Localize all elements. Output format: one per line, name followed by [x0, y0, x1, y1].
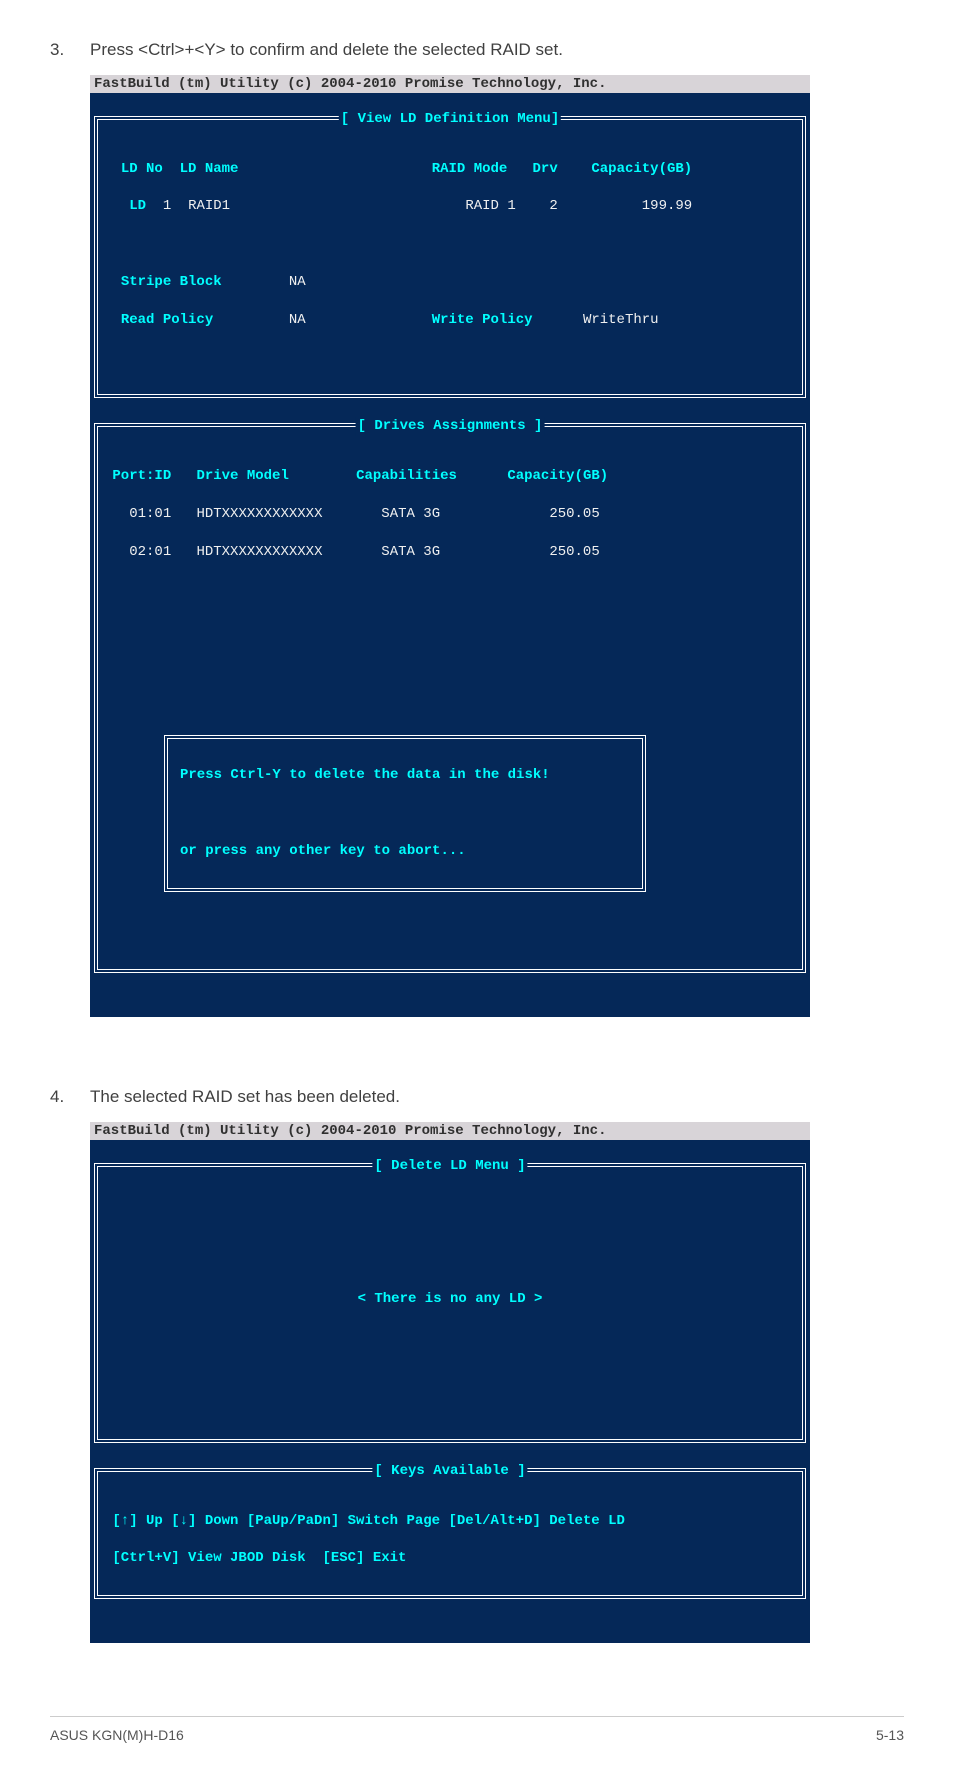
r-mode: RAID 1: [465, 198, 515, 214]
r-ld: LD: [129, 198, 146, 214]
terminal-1: [ View LD Definition Menu] LD No LD Name…: [90, 93, 810, 1017]
drives-assignments-box: [ Drives Assignments ] Port:ID Drive Mod…: [94, 423, 806, 973]
empty-ld-message: < There is no any LD >: [358, 1290, 543, 1309]
step-3: 3. Press <Ctrl>+<Y> to confirm and delet…: [50, 40, 904, 60]
keys-line2: [Ctrl+V] View JBOD Disk [ESC] Exit: [112, 1550, 406, 1566]
hdr-ldno: LD No: [121, 161, 163, 177]
l-read: Read Policy: [121, 312, 213, 328]
r-cap: 199.99: [642, 198, 692, 214]
hdr-ldname: LD Name: [180, 161, 239, 177]
step-3-number: 3.: [50, 40, 90, 60]
box2-title: [ Drives Assignments ]: [356, 417, 545, 436]
terminal-1-header: FastBuild (tm) Utility (c) 2004-2010 Pro…: [90, 75, 810, 93]
row2-model: HDTXXXXXXXXXXXX: [196, 544, 322, 560]
v-read: NA: [289, 312, 306, 328]
step-4-number: 4.: [50, 1087, 90, 1107]
v-stripe: NA: [289, 274, 306, 290]
r-drv: 2: [549, 198, 557, 214]
terminal-1-wrap: FastBuild (tm) Utility (c) 2004-2010 Pro…: [90, 75, 904, 1017]
hdr-cap: Capacity(GB): [591, 161, 692, 177]
row1-model: HDTXXXXXXXXXXXX: [196, 506, 322, 522]
footer-left: ASUS KGN(M)H-D16: [50, 1727, 184, 1743]
box1-title: [ View LD Definition Menu]: [339, 110, 561, 129]
page-footer: ASUS KGN(M)H-D16 5-13: [50, 1716, 904, 1743]
terminal-2-header: FastBuild (tm) Utility (c) 2004-2010 Pro…: [90, 1122, 810, 1140]
delete-ld-menu-box: [ Delete LD Menu ] < There is no any LD …: [94, 1163, 806, 1443]
row2-cap: 250.05: [549, 544, 599, 560]
terminal-2: [ Delete LD Menu ] < There is no any LD …: [90, 1140, 810, 1643]
l-write: Write Policy: [432, 312, 533, 328]
t2-box1-title: [ Delete LD Menu ]: [372, 1157, 527, 1176]
r-name: RAID1: [188, 198, 230, 214]
r-slot: 1: [163, 198, 171, 214]
confirm-popup: Press Ctrl-Y to delete the data in the d…: [164, 735, 646, 891]
hdr-drv: Drv: [533, 161, 558, 177]
l-stripe: Stripe Block: [121, 274, 222, 290]
keys-line1: [↑] Up [↓] Down [PaUp/PaDn] Switch Page …: [112, 1513, 624, 1529]
h2-caps: Capabilities: [356, 468, 457, 484]
row1-port: 01:01: [129, 506, 171, 522]
h2-cap: Capacity(GB): [507, 468, 608, 484]
h2-model: Drive Model: [196, 468, 288, 484]
h2-port: Port:ID: [112, 468, 171, 484]
t2-box2-title: [ Keys Available ]: [372, 1462, 527, 1481]
confirm-popup-overlay: Press Ctrl-Y to delete the data in the d…: [164, 717, 646, 911]
step-4: 4. The selected RAID set has been delete…: [50, 1087, 904, 1107]
terminal-2-wrap: FastBuild (tm) Utility (c) 2004-2010 Pro…: [90, 1122, 904, 1643]
popup-line2: or press any other key to abort...: [180, 842, 630, 861]
v-write: WriteThru: [583, 312, 659, 328]
popup-line1: Press Ctrl-Y to delete the data in the d…: [180, 766, 630, 785]
step-3-text: Press <Ctrl>+<Y> to confirm and delete t…: [90, 40, 904, 60]
keys-available-box: [ Keys Available ] [↑] Up [↓] Down [PaUp…: [94, 1468, 806, 1599]
hdr-raidmode: RAID Mode: [432, 161, 508, 177]
view-ld-definition-box: [ View LD Definition Menu] LD No LD Name…: [94, 116, 806, 398]
row1-cap: 250.05: [549, 506, 599, 522]
row1-caps: SATA 3G: [381, 506, 440, 522]
row2-caps: SATA 3G: [381, 544, 440, 560]
row2-port: 02:01: [129, 544, 171, 560]
footer-right: 5-13: [876, 1727, 904, 1743]
step-4-text: The selected RAID set has been deleted.: [90, 1087, 904, 1107]
